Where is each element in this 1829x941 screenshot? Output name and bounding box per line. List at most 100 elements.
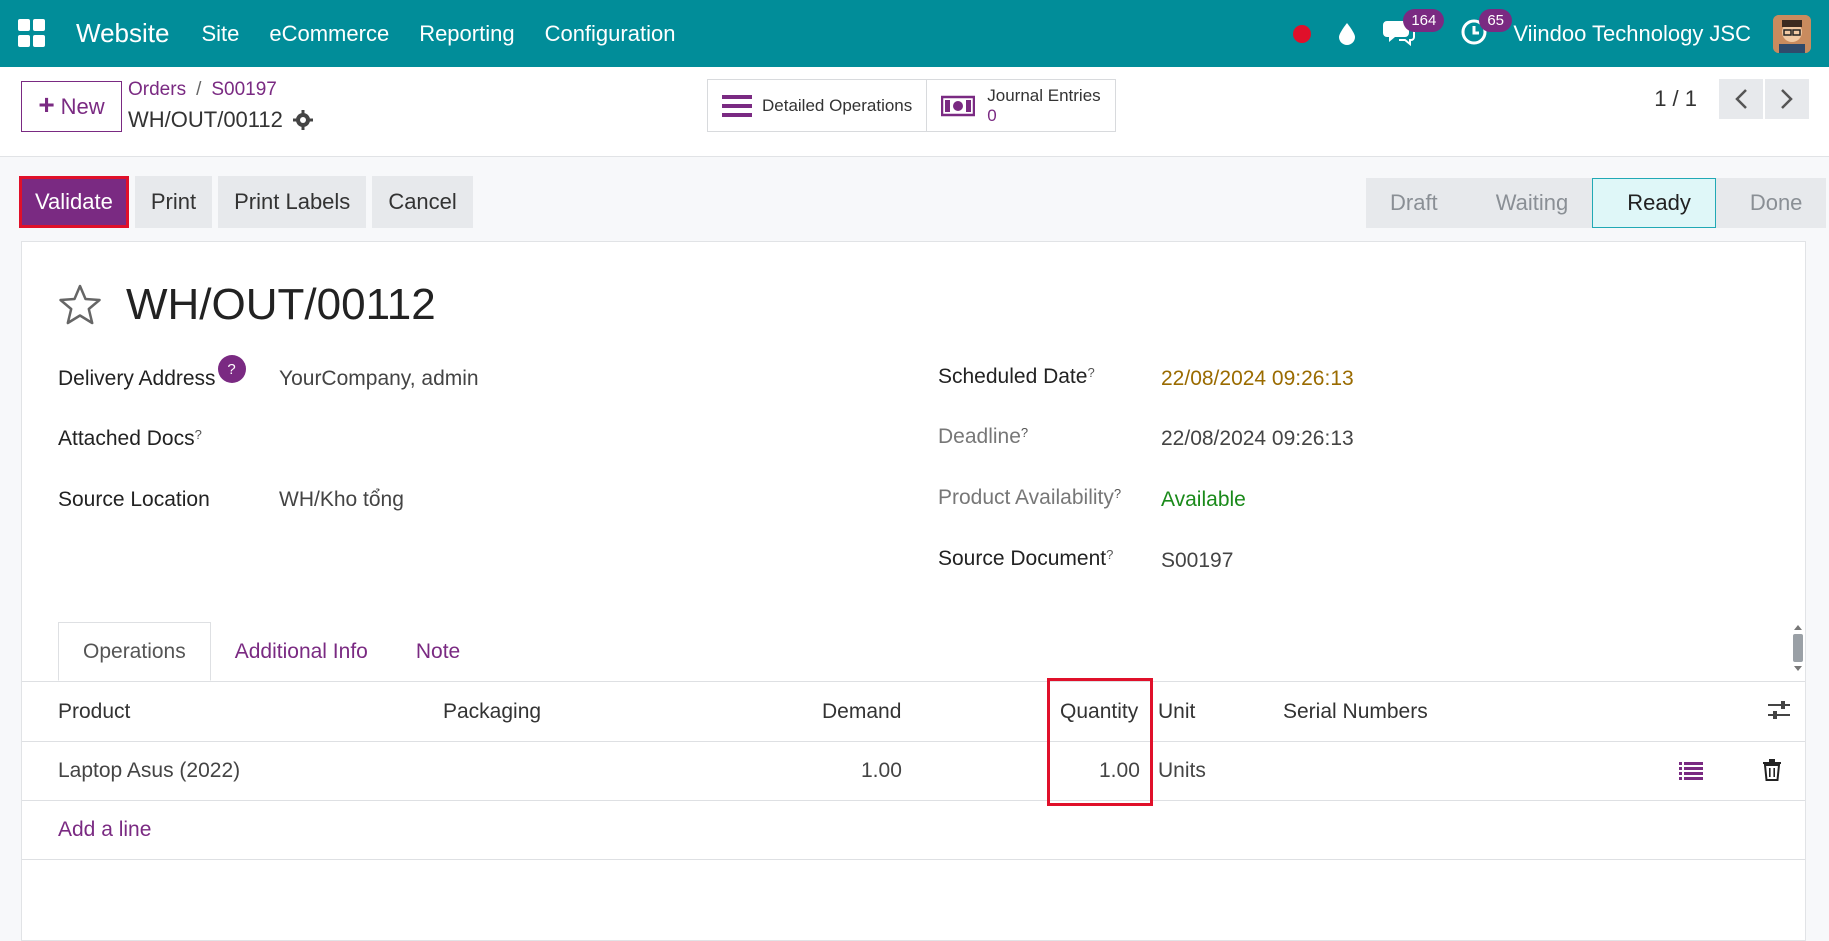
menu-site[interactable]: Site	[201, 21, 239, 47]
field-attached-docs: Attached Docs?	[58, 427, 202, 451]
apps-grid-icon[interactable]	[18, 18, 48, 49]
source-document-label: Source Document	[938, 547, 1107, 570]
new-button[interactable]: + New	[21, 81, 122, 132]
deadline-label: Deadline	[938, 425, 1021, 448]
status-bar: Draft Waiting Ready Done	[1366, 178, 1827, 228]
company-switcher[interactable]: Viindoo Technology JSC	[1513, 21, 1751, 47]
scrollbar-icon	[1793, 625, 1803, 671]
col-demand[interactable]: Demand	[822, 700, 901, 724]
record-dot-icon[interactable]	[1293, 24, 1312, 43]
journal-entries-button[interactable]: Journal Entries 0	[926, 80, 1115, 131]
star-icon[interactable]	[58, 284, 102, 326]
table-row[interactable]: Laptop Asus (2022) 1.00 1.00 Units	[22, 743, 1805, 801]
main-menu: Site eCommerce Reporting Configuration	[201, 21, 675, 47]
field-scheduled-date: Scheduled Date? 22/08/2024 09:26:13	[938, 365, 1354, 390]
deadline-value[interactable]: 22/08/2024 09:26:13	[1161, 427, 1354, 451]
field-source-location: Source Location WH/Kho tổng	[58, 488, 404, 512]
pager-value[interactable]: 1 / 1	[1654, 86, 1697, 112]
control-panel: + New Orders / S00197 WH/OUT/00112 Detaile…	[0, 67, 1829, 157]
menu-ecommerce[interactable]: eCommerce	[269, 21, 389, 47]
pager: 1 / 1	[1654, 79, 1829, 119]
avatar[interactable]	[1773, 14, 1811, 53]
field-deadline: Deadline? 22/08/2024 09:26:13	[938, 425, 1354, 450]
messages-button[interactable]: 164	[1383, 8, 1445, 51]
menu-reporting[interactable]: Reporting	[419, 21, 514, 47]
activities-count-badge: 65	[1479, 8, 1512, 32]
product-availability-help[interactable]: ?	[1114, 486, 1121, 510]
detailed-operations-button[interactable]: Detailed Operations	[708, 80, 927, 131]
breadcrumb-separator: /	[196, 79, 202, 100]
help-tooltip-icon[interactable]: ?	[217, 355, 246, 383]
delivery-address-label: Delivery Address	[58, 367, 216, 390]
quantity-highlight-box	[1047, 678, 1153, 806]
attached-docs-help[interactable]: ?	[195, 427, 202, 451]
breadcrumb: Orders / S00197	[128, 79, 277, 101]
top-navbar: Website Site eCommerce Reporting Configu…	[0, 0, 1829, 67]
breadcrumb-sale-order[interactable]: S00197	[211, 79, 277, 100]
chevron-left-icon	[1735, 89, 1747, 109]
journal-entries-count: 0	[987, 105, 997, 125]
col-packaging[interactable]: Packaging	[443, 700, 541, 724]
title-row: WH/OUT/00112	[58, 280, 436, 330]
field-product-availability: Product Availability? Available	[938, 486, 1246, 511]
scheduled-date-label: Scheduled Date	[938, 365, 1088, 388]
tab-operations[interactable]: Operations	[58, 622, 211, 681]
table-bottom-border	[22, 859, 1805, 860]
add-line-link[interactable]: Add a line	[58, 818, 151, 842]
col-unit[interactable]: Unit	[1158, 700, 1195, 724]
field-source-document: Source Document? S00197	[938, 547, 1233, 572]
table-header: Product Packaging Demand Quantity Unit S…	[22, 682, 1805, 742]
scheduled-date-help[interactable]: ?	[1087, 365, 1094, 389]
record-title: WH/OUT/00112	[126, 280, 436, 329]
user-avatar-icon	[1773, 14, 1811, 53]
form-sheet: WH/OUT/00112 Delivery Address ? YourComp…	[21, 241, 1806, 941]
details-list-icon[interactable]	[1679, 761, 1703, 787]
source-location-value[interactable]: WH/Kho tổng	[279, 488, 404, 512]
notebook-tabs: Operations Additional Info Note	[58, 622, 484, 681]
list-icon	[722, 94, 752, 117]
navbar-systray: 164 65 Viindoo Technology JSC	[1293, 0, 1829, 67]
attached-docs-label: Attached Docs	[58, 427, 195, 450]
pager-previous-button[interactable]	[1719, 79, 1763, 119]
cancel-button[interactable]: Cancel	[372, 176, 473, 228]
trash-icon[interactable]	[1762, 759, 1782, 787]
source-document-value[interactable]: S00197	[1161, 549, 1233, 573]
validate-button[interactable]: Validate	[19, 176, 129, 228]
scheduled-date-value[interactable]: 22/08/2024 09:26:13	[1161, 367, 1354, 391]
col-serial-numbers[interactable]: Serial Numbers	[1283, 700, 1428, 724]
row-unit[interactable]: Units	[1158, 759, 1206, 783]
drop-icon[interactable]	[1339, 22, 1356, 45]
journal-entries-label: Journal Entries	[987, 85, 1101, 105]
column-settings-icon[interactable]	[1767, 698, 1791, 728]
detailed-operations-label: Detailed Operations	[762, 95, 913, 115]
form-action-buttons: Validate Print Print Labels Cancel	[19, 176, 473, 228]
tab-additional-info[interactable]: Additional Info	[211, 622, 392, 681]
app-name[interactable]: Website	[76, 18, 169, 49]
delivery-address-value[interactable]: YourCompany, admin	[279, 367, 479, 391]
product-availability-value: Available	[1161, 488, 1246, 511]
deadline-help[interactable]: ?	[1021, 425, 1028, 449]
stage-waiting[interactable]: Waiting	[1461, 178, 1593, 228]
breadcrumb-orders[interactable]: Orders	[128, 79, 186, 100]
source-location-label: Source Location	[58, 488, 210, 511]
menu-configuration[interactable]: Configuration	[545, 21, 676, 47]
pager-next-button[interactable]	[1765, 79, 1809, 119]
money-icon	[941, 95, 976, 116]
gear-icon[interactable]	[292, 110, 313, 130]
messages-count-badge: 164	[1403, 8, 1445, 32]
smart-buttons: Detailed Operations Journal Entries 0	[707, 79, 1116, 132]
stage-draft[interactable]: Draft	[1366, 178, 1462, 228]
tab-note[interactable]: Note	[392, 622, 484, 681]
chevron-right-icon	[1781, 89, 1793, 109]
activities-button[interactable]: 65	[1459, 8, 1512, 51]
row-demand[interactable]: 1.00	[861, 759, 902, 783]
scrollbar[interactable]	[1791, 622, 1805, 674]
stage-done[interactable]: Done	[1715, 178, 1827, 228]
print-labels-button[interactable]: Print Labels	[218, 176, 367, 228]
col-product[interactable]: Product	[58, 700, 130, 724]
print-button[interactable]: Print	[134, 176, 213, 228]
field-delivery-address: Delivery Address ? YourCompany, admin	[58, 355, 479, 391]
row-product[interactable]: Laptop Asus (2022)	[58, 759, 240, 783]
stage-ready[interactable]: Ready	[1592, 178, 1716, 228]
source-document-help[interactable]: ?	[1106, 547, 1113, 571]
